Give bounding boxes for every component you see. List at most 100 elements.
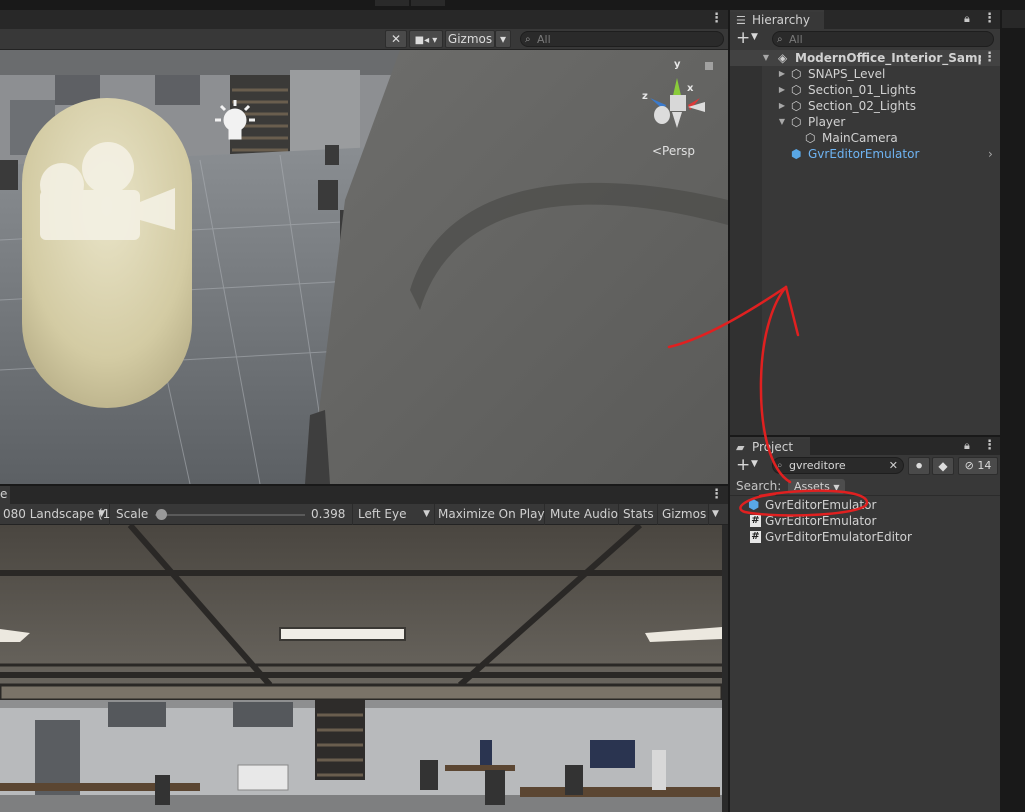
hierarchy-menu-icon[interactable]: ⋮ (983, 12, 996, 25)
search-icon: ⌕ (777, 460, 783, 471)
expand-arrow-icon[interactable]: ▼ (761, 50, 771, 66)
game-render (0, 525, 722, 812)
gameobject-icon: ⬡ (805, 131, 816, 145)
lock-icon[interactable]: 🔒︎ (964, 439, 970, 453)
scene-search-placeholder: All (537, 33, 551, 46)
scene-search-input[interactable]: ⌕ All (520, 31, 724, 47)
project-result-label: GvrEditorEmulator (765, 498, 877, 512)
hierarchy-item-label: Section_01_Lights (808, 83, 917, 97)
tab-hierarchy-label: Hierarchy (752, 13, 811, 27)
expand-arrow-icon[interactable]: ▶ (777, 82, 787, 98)
game-view[interactable] (0, 525, 722, 812)
top-toolbar-button[interactable] (411, 0, 445, 6)
top-toolbar-button[interactable] (375, 0, 409, 6)
gizmos-dropdown-arrow[interactable]: ▾ (495, 30, 511, 48)
camera-icon: ■◂ ▾ (414, 35, 438, 46)
search-by-type-icon[interactable]: ⚫︎ (908, 457, 930, 475)
search-scope-label: Assets (794, 480, 830, 493)
hierarchy-item-label: Player (808, 115, 846, 129)
hierarchy-item-label: Section_02_Lights (808, 99, 917, 113)
hierarchy-search-placeholder: All (789, 33, 803, 46)
scene-root-row[interactable]: ▼ ◈ ModernOffice_Interior_SampleL ⋮ (730, 50, 1000, 66)
chevron-down-icon: ▼ (833, 483, 840, 492)
chevron-down-icon[interactable]: ▼ (709, 504, 728, 525)
maximize-on-play-toggle[interactable]: Maximize On Play (435, 504, 545, 525)
hierarchy-tab-bar: ☰ Hierarchy 🔒︎ ⋮ (730, 10, 1000, 29)
lock-icon[interactable]: 🔒︎ (964, 12, 970, 26)
clear-search-icon[interactable]: ✕ (889, 458, 898, 473)
prefab-icon: ⬢ (748, 498, 760, 513)
prefab-icon: ⬢ (791, 147, 802, 161)
window-top-strip (0, 0, 1025, 10)
resolution-label: 080 Landscape (1 (3, 507, 111, 521)
hierarchy-item-label: SNAPS_Level (808, 67, 886, 81)
expand-arrow-icon[interactable]: ▶ (777, 66, 787, 82)
hierarchy-item-section-02-lights[interactable]: ▶ ⬡ Section_02_Lights (730, 98, 1000, 114)
collapse-arrow-icon[interactable]: ▼ (777, 114, 787, 130)
tab-project-label: Project (752, 440, 794, 454)
scene-menu-icon[interactable]: ⋮ (983, 51, 996, 64)
inspector-tab-edge[interactable] (1002, 10, 1025, 28)
lock-icon (705, 62, 713, 70)
scale-label: Scale (116, 507, 149, 521)
project-menu-icon[interactable]: ⋮ (983, 439, 996, 452)
scene-toolbar: ✕ ■◂ ▾ Gizmos ▾ ⌕ All (0, 29, 728, 50)
hierarchy-item-player[interactable]: ▼ ⬡ Player (730, 114, 1000, 130)
inspector-strip (1000, 10, 1025, 812)
scene-render: y x z <Persp (0, 50, 728, 484)
chevron-down-icon[interactable]: ▼ (751, 32, 758, 42)
chevron-down-icon[interactable]: ▼ (751, 459, 758, 469)
project-search-input[interactable]: ⌕ gvreditore ✕ (772, 457, 904, 474)
axis-y-label: y (674, 59, 681, 70)
gizmos-button[interactable]: Gizmos (445, 30, 495, 48)
search-by-label-icon[interactable]: ◆ (932, 457, 954, 475)
hierarchy-item-section-01-lights[interactable]: ▶ ⬡ Section_01_Lights (730, 82, 1000, 98)
eye-slash-icon: ⊘ (964, 459, 974, 472)
project-result-prefab[interactable]: ⬢ GvrEditorEmulator (748, 497, 876, 513)
tools-icon[interactable]: ✕ (385, 30, 407, 48)
scale-slider-handle[interactable] (156, 509, 167, 520)
hierarchy-item-gvreditoremulator[interactable]: ⬢ GvrEditorEmulator › (730, 146, 1000, 162)
hierarchy-items: ▶ ⬡ SNAPS_Level ▶ ⬡ Section_01_Lights ▶ … (730, 66, 1000, 176)
hierarchy-search-input[interactable]: ⌕ All (772, 31, 994, 47)
scene-view[interactable]: y x z <Persp (0, 50, 728, 484)
project-search-scope-row: Search: Assets ▼ (730, 477, 1000, 496)
game-tab[interactable]: e (0, 486, 10, 504)
gameobject-icon: ⬡ (791, 83, 802, 97)
hierarchy-item-snaps-level[interactable]: ▶ ⬡ SNAPS_Level (730, 66, 1000, 82)
search-icon: ⌕ (525, 34, 531, 45)
search-scope-assets-button[interactable]: Assets ▼ (788, 479, 846, 494)
gameobject-icon: ⬡ (791, 115, 802, 129)
game-gizmos-button[interactable]: Gizmos (659, 504, 709, 525)
stats-toggle[interactable]: Stats (620, 504, 658, 525)
add-icon[interactable]: + (736, 29, 750, 47)
scene-tab-bar: ⋮ (0, 10, 728, 29)
chevron-right-icon[interactable]: › (988, 146, 993, 162)
hidden-packages-toggle[interactable]: ⊘ 14 (958, 457, 998, 475)
gameobject-icon: ⬡ (791, 99, 802, 113)
expand-arrow-icon[interactable]: ▶ (777, 98, 787, 114)
scale-value: 0.398 (308, 504, 353, 525)
search-icon: ⌕ (777, 34, 783, 45)
eye-label: Left Eye (358, 507, 407, 521)
scene-panel-menu-icon[interactable]: ⋮ (710, 12, 723, 25)
csharp-script-icon: # (750, 531, 761, 543)
tab-hierarchy[interactable]: ☰ Hierarchy (730, 10, 824, 29)
resolution-dropdown[interactable]: 080 Landscape (1 ▼ (0, 504, 110, 525)
tab-project[interactable]: ▰ Project (730, 437, 810, 456)
camera-dropdown[interactable]: ■◂ ▾ (409, 30, 443, 48)
hierarchy-item-maincamera[interactable]: ⬡ MainCamera (730, 130, 1000, 146)
hierarchy-item-label: GvrEditorEmulator (808, 147, 920, 161)
game-toolbar: 080 Landscape (1 ▼ Scale 0.398 Left Eye … (0, 504, 728, 525)
project-result-label: GvrEditorEmulator (765, 514, 877, 528)
project-result-editor-script[interactable]: # GvrEditorEmulatorEditor (748, 529, 912, 545)
game-panel-menu-icon[interactable]: ⋮ (710, 488, 723, 501)
project-results-list: ⬢ GvrEditorEmulator # GvrEditorEmulator … (730, 496, 1000, 812)
chevron-down-icon: ▼ (98, 509, 105, 519)
mute-audio-toggle[interactable]: Mute Audio (547, 504, 619, 525)
scale-slider-track[interactable] (155, 514, 305, 516)
project-result-label: GvrEditorEmulatorEditor (765, 530, 912, 544)
add-icon[interactable]: + (736, 456, 750, 474)
project-result-script[interactable]: # GvrEditorEmulator (748, 513, 876, 529)
eye-dropdown[interactable]: Left Eye ▼ (355, 504, 435, 525)
